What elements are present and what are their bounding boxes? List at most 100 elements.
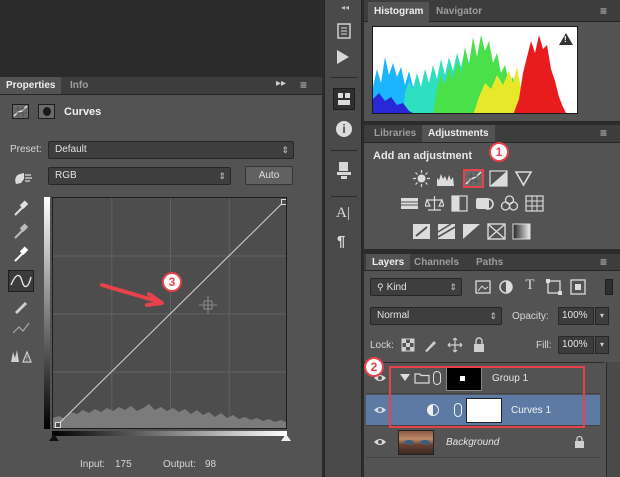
panel-menu-icon[interactable]: ≡ [600,255,607,269]
curves-graph[interactable] [52,197,287,429]
filter-adjustment-icon[interactable] [497,278,515,296]
info-icon[interactable]: i [336,121,352,137]
dropdown-arrow-icon: ⇕ [218,171,226,181]
preset-value: Default [55,144,87,155]
lock-transparent-icon[interactable] [400,337,418,355]
curve-points-tool-icon[interactable] [8,270,34,292]
eyedropper-gray-icon[interactable] [11,221,31,241]
properties-panel: Properties Info ▸▸ ≡ Curves Preset: Defa… [0,77,322,477]
tab-histogram[interactable]: Histogram [368,2,430,22]
threshold-icon[interactable] [462,223,481,240]
tab-adjustments[interactable]: Adjustments [422,125,495,142]
dropdown-arrow-icon: ⇕ [489,311,497,321]
curve-point-top[interactable] [281,199,286,205]
properties-strip-icon[interactable] [333,88,355,110]
dropdown-arrow-icon: ⇕ [449,282,457,292]
selective-color-icon[interactable] [487,223,506,240]
black-point-slider[interactable] [49,434,59,441]
panel-menu-icon[interactable]: ≡ [600,4,607,18]
collapse-strip-icon[interactable]: ◂◂ [341,3,349,12]
adjustments-tabbar: Libraries Adjustments ≡ [364,125,620,143]
filter-value: Kind [386,282,407,293]
filter-smart-object-icon[interactable] [569,278,587,296]
paragraph-icon[interactable]: ¶ [337,233,345,250]
clone-source-icon[interactable] [335,160,353,180]
input-gradient-bar [52,431,287,436]
strip-divider [331,196,357,197]
filter-pixel-icon[interactable] [474,278,492,296]
lock-image-icon[interactable] [422,337,440,355]
preset-select[interactable]: Default ⇕ [48,141,294,159]
layer-row-background[interactable]: Background [366,427,600,458]
vibrance-icon[interactable] [514,170,533,187]
clipping-warning-icon[interactable]: ! [10,346,32,366]
tab-navigator[interactable]: Navigator [430,2,488,23]
filter-type-icon[interactable]: T [521,277,539,295]
channel-mixer-icon[interactable] [500,195,519,212]
black-white-icon[interactable] [450,195,469,212]
blend-mode-value: Normal [377,310,410,321]
callout-2: 2 [364,357,384,377]
history-icon[interactable] [335,22,353,40]
levels-icon[interactable] [436,170,455,187]
white-point-slider[interactable] [281,434,291,441]
exposure-icon[interactable] [489,170,508,187]
tab-paths[interactable]: Paths [470,254,509,270]
callout-3: 3 [162,272,182,292]
posterize-icon[interactable] [437,223,456,240]
output-value: 98 [205,459,217,470]
strip-divider [331,150,357,151]
panel-menu-icon[interactable]: ≡ [600,126,607,140]
gradient-map-icon[interactable] [512,223,531,240]
eyedropper-white-icon[interactable] [11,244,31,264]
color-lookup-icon[interactable] [525,195,544,212]
output-label: Output: [163,459,196,470]
lock-label: Lock: [370,340,394,351]
opacity-field[interactable]: 100% [558,307,594,325]
blend-mode-select[interactable]: Normal ⇕ [370,307,502,325]
output-gradient-bar [44,197,50,429]
smooth-curve-icon[interactable] [11,319,31,339]
collapse-icon[interactable]: ▸▸ [276,78,286,89]
fill-value: 100% [562,339,588,350]
tab-info[interactable]: Info [64,77,94,94]
curve-point-bottom[interactable] [55,422,61,428]
layer-filter-select[interactable]: ⚲ Kind ⇕ [370,278,462,296]
character-icon[interactable]: A| [336,205,350,222]
auto-button[interactable]: Auto [245,166,293,185]
fill-dropdown-icon[interactable]: ▾ [595,336,609,354]
hue-saturation-icon[interactable] [400,195,419,212]
color-balance-icon[interactable] [424,195,445,212]
eye-visibility-icon[interactable] [374,404,386,416]
tab-channels[interactable]: Channels [408,254,465,270]
targeted-adjustment-icon[interactable] [10,169,34,187]
tab-libraries[interactable]: Libraries [368,125,422,142]
photo-filter-icon[interactable] [475,195,494,212]
background-thumbnail [398,430,434,455]
brightness-contrast-icon[interactable] [412,170,431,187]
invert-icon[interactable] [412,223,431,240]
eye-visibility-icon[interactable] [374,436,386,448]
search-icon: ⚲ [377,282,384,292]
eyedropper-black-icon[interactable] [11,198,31,218]
document-canvas-area [0,0,320,72]
curves-icon[interactable] [463,169,484,188]
tab-properties[interactable]: Properties [0,77,62,94]
channel-select[interactable]: RGB ⇕ [48,167,231,185]
histogram-panel: Histogram Navigator ≡ ! [364,0,620,121]
pencil-tool-icon[interactable] [11,296,31,316]
lock-position-icon[interactable] [447,337,465,355]
opacity-dropdown-icon[interactable]: ▾ [595,307,609,325]
fill-field[interactable]: 100% [558,336,594,354]
filter-shape-icon[interactable] [545,278,563,296]
histogram-display: ! [372,26,578,114]
mask-icon[interactable] [38,104,55,119]
play-actions-icon[interactable] [337,50,349,64]
lock-all-icon[interactable] [471,337,489,355]
layers-scrollbar[interactable] [606,362,620,477]
preset-label: Preset: [10,144,42,155]
panel-menu-icon[interactable]: ≡ [300,78,307,92]
tab-layers[interactable]: Layers [366,254,411,270]
filter-toggle[interactable] [605,279,613,295]
panel-title: Curves [64,106,102,118]
